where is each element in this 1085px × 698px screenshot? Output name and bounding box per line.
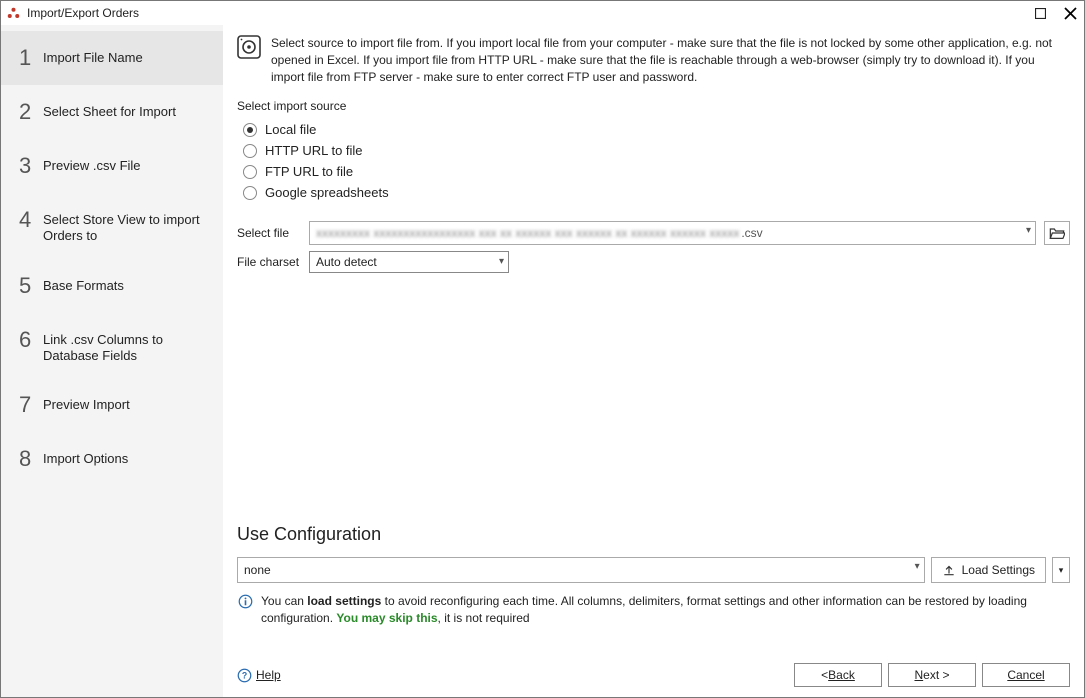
titlebar: Import/Export Orders	[1, 1, 1084, 25]
step-preview-csv[interactable]: 3 Preview .csv File	[1, 139, 223, 193]
window-title: Import/Export Orders	[27, 6, 1030, 20]
help-icon: ?	[237, 668, 252, 683]
import-source-group: Local file HTTP URL to file FTP URL to f…	[243, 119, 1070, 203]
radio-http-url[interactable]: HTTP URL to file	[243, 140, 1070, 161]
step-select-store-view[interactable]: 4 Select Store View to import Orders to	[1, 193, 223, 259]
upload-icon	[942, 563, 956, 577]
radio-icon	[243, 186, 257, 200]
charset-select[interactable]: Auto detect ▾	[309, 251, 509, 273]
file-path-input[interactable]: xxxxxxxxx xxxxxxxxxxxxxxxxx xxx xx xxxxx…	[309, 221, 1036, 245]
app-icon	[5, 5, 21, 21]
step-select-sheet[interactable]: 2 Select Sheet for Import	[1, 85, 223, 139]
load-settings-split[interactable]: ▾	[1052, 557, 1070, 583]
radio-icon	[243, 165, 257, 179]
radio-icon	[243, 144, 257, 158]
svg-text:?: ?	[242, 670, 247, 680]
wizard-sidebar: 1 Import File Name 2 Select Sheet for Im…	[1, 25, 223, 697]
content-panel: Select source to import file from. If yo…	[223, 25, 1084, 697]
maximize-button[interactable]	[1030, 3, 1050, 23]
select-file-label: Select file	[237, 226, 301, 240]
step-import-file-name[interactable]: 1 Import File Name	[1, 31, 223, 85]
intro-text: Select source to import file from. If yo…	[271, 35, 1070, 85]
help-link[interactable]: ? Help	[237, 668, 281, 683]
config-heading: Use Configuration	[237, 524, 1070, 545]
config-select[interactable]: none ▾	[237, 557, 925, 583]
radio-icon	[243, 123, 257, 137]
step-preview-import[interactable]: 7 Preview Import	[1, 378, 223, 432]
step-link-columns[interactable]: 6 Link .csv Columns to Database Fields	[1, 313, 223, 379]
step-import-options[interactable]: 8 Import Options	[1, 432, 223, 486]
cancel-button[interactable]: Cancel	[982, 663, 1070, 687]
browse-button[interactable]	[1044, 221, 1070, 245]
step-base-formats[interactable]: 5 Base Formats	[1, 259, 223, 313]
disk-icon	[237, 35, 261, 59]
next-button[interactable]: Next >	[888, 663, 976, 687]
source-label: Select import source	[237, 99, 1070, 113]
charset-label: File charset	[237, 255, 301, 269]
radio-local-file[interactable]: Local file	[243, 119, 1070, 140]
load-settings-button[interactable]: Load Settings	[931, 557, 1046, 583]
chevron-down-icon[interactable]: ▾	[1026, 225, 1031, 236]
radio-google-sheets[interactable]: Google spreadsheets	[243, 182, 1070, 203]
close-button[interactable]	[1060, 3, 1080, 23]
info-icon	[237, 593, 253, 609]
chevron-down-icon[interactable]: ▾	[499, 256, 504, 267]
chevron-down-icon[interactable]: ▾	[915, 561, 920, 572]
config-hint: You can load settings to avoid reconfigu…	[237, 589, 1070, 657]
radio-ftp-url[interactable]: FTP URL to file	[243, 161, 1070, 182]
back-button[interactable]: < Back	[794, 663, 882, 687]
